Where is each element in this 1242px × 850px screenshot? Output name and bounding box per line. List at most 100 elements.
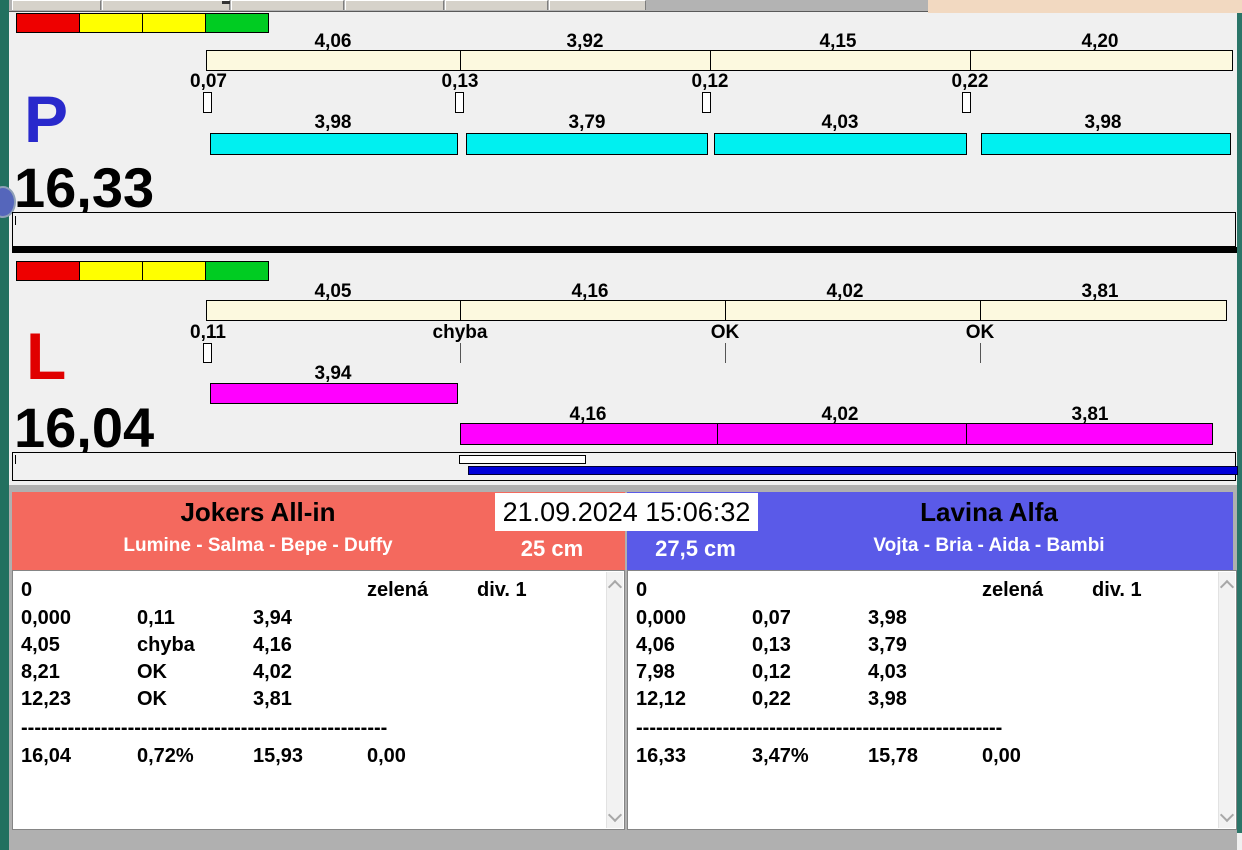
result-cell: chyba (137, 634, 195, 656)
l-split-marker-line (460, 343, 461, 363)
p-split-time: 0,13 (441, 71, 479, 92)
result-cell: 0,13 (752, 634, 791, 656)
team-right-members: Vojta - Bria - Aida - Bambi (873, 535, 1105, 556)
toolbar-button-fragment[interactable] (445, 0, 548, 10)
result-cell: 4,03 (868, 661, 907, 683)
result-cell: 0 (21, 579, 33, 601)
toolbar-button-fragment[interactable] (12, 0, 101, 10)
result-cell: 3,94 (253, 607, 292, 629)
p-traffic-lights (16, 13, 269, 33)
team-left-members: Lumine - Salma - Bepe - Duffy (123, 535, 393, 556)
result-cell: OK (137, 661, 167, 683)
result-total: 3,47% (752, 745, 809, 767)
p-speed-bar-segment (981, 133, 1231, 155)
p-split-marker (702, 92, 711, 113)
l-speed-bar-segment (460, 423, 1213, 445)
result-cell: OK (137, 688, 167, 710)
result-cell: 0,000 (636, 607, 687, 629)
l-segment-bar (206, 300, 1227, 321)
p-speed-time: 3,98 (1084, 112, 1122, 133)
scroll-up-icon[interactable] (1219, 579, 1235, 595)
result-cell: 0,12 (752, 661, 791, 683)
traffic-light-yellow (143, 262, 206, 280)
p-speed-time: 3,79 (568, 112, 606, 133)
l-split-marker-line (980, 343, 981, 363)
scroll-up-icon[interactable] (607, 579, 623, 595)
scrollbar[interactable] (606, 572, 623, 828)
result-division: div. 1 (477, 579, 527, 601)
p-split-time: 0,12 (691, 71, 729, 92)
result-status: zelená (982, 579, 1044, 601)
traffic-light-yellow (80, 262, 143, 280)
result-total: 0,00 (982, 745, 1021, 767)
team-left-jump-height: 25 cm (520, 536, 584, 561)
result-total: 0,00 (367, 745, 406, 767)
p-split-time: 0,07 (190, 71, 227, 92)
result-cell: 3,98 (868, 607, 907, 629)
result-total: 15,93 (253, 745, 304, 767)
result-total: 16,33 (636, 745, 687, 767)
toolbar-button-fragment[interactable] (102, 0, 230, 10)
l-progress-bar (468, 466, 1238, 475)
result-cell: 4,05 (21, 634, 60, 656)
team-left-results: 0 zelená div. 1 0,000 0,11 3,94 4,05 chy… (12, 570, 625, 830)
traffic-light-green (206, 262, 268, 280)
traffic-light-red (17, 14, 80, 32)
result-total: 16,04 (21, 745, 72, 767)
section-divider (12, 247, 1237, 253)
p-speed-time: 4,03 (821, 112, 859, 133)
l-progress-box (459, 455, 586, 464)
result-cell: 8,21 (21, 661, 60, 683)
lane-p-label: P (24, 82, 69, 156)
result-cell: 0,22 (752, 688, 791, 710)
l-split-marker (203, 343, 212, 363)
p-progress-track (12, 212, 1236, 247)
l-split-status: OK (710, 322, 740, 343)
result-cell: 3,81 (253, 688, 292, 710)
scrollbar[interactable] (1218, 572, 1235, 828)
window-border-right (1237, 13, 1242, 833)
team-right-name: Lavina Alfa (920, 497, 1058, 527)
team-left-name: Jokers All-in (180, 497, 336, 527)
toolbar-button-fragment[interactable] (231, 0, 344, 10)
scroll-down-icon[interactable] (1219, 807, 1235, 823)
result-cell: 0,000 (21, 607, 72, 629)
result-cell: 3,98 (868, 688, 907, 710)
result-division: div. 1 (1092, 579, 1142, 601)
l-split-time: 0,11 (190, 322, 226, 343)
scroll-down-icon[interactable] (607, 807, 623, 823)
result-separator: ----------------------------------------… (636, 717, 1003, 739)
p-split-marker (962, 92, 971, 113)
lane-p-total: 16,33 (14, 156, 155, 219)
team-right-jump-height: 27,5 cm (655, 536, 736, 561)
toolbar-button-fragment[interactable] (345, 0, 444, 10)
lane-l-label: L (26, 319, 67, 393)
l-split-marker-line (725, 343, 726, 363)
top-toolbar (9, 0, 928, 12)
toolbar-button-fragment[interactable] (549, 0, 646, 10)
result-cell: 3,79 (868, 634, 907, 656)
result-cell: 12,12 (636, 688, 687, 710)
result-separator: ----------------------------------------… (21, 717, 388, 739)
result-cell: 4,06 (636, 634, 675, 656)
result-status: zelená (367, 579, 429, 601)
result-cell: 7,98 (636, 661, 675, 683)
traffic-light-red (17, 262, 80, 280)
p-split-marker (203, 92, 212, 113)
p-speed-time: 3,98 (314, 112, 352, 133)
l-speed-bar-first (210, 383, 458, 404)
result-cell: 12,23 (21, 688, 72, 710)
p-speed-bar-segment (466, 133, 708, 155)
result-total: 0,72% (137, 745, 194, 767)
lane-l-total: 16,04 (14, 396, 155, 459)
traffic-light-green (206, 14, 268, 32)
l-split-status: chyba (432, 322, 488, 343)
desktop-background (928, 0, 1242, 13)
traffic-light-yellow (80, 14, 143, 32)
traffic-light-yellow (143, 14, 206, 32)
p-speed-bar-segment (210, 133, 458, 155)
p-split-marker (455, 92, 464, 113)
team-right-results: 0 zelená div. 1 0,000 0,07 3,98 4,06 0,1… (627, 570, 1237, 830)
l-speed-time: 3,94 (314, 363, 352, 384)
result-cell: 4,16 (253, 634, 292, 656)
